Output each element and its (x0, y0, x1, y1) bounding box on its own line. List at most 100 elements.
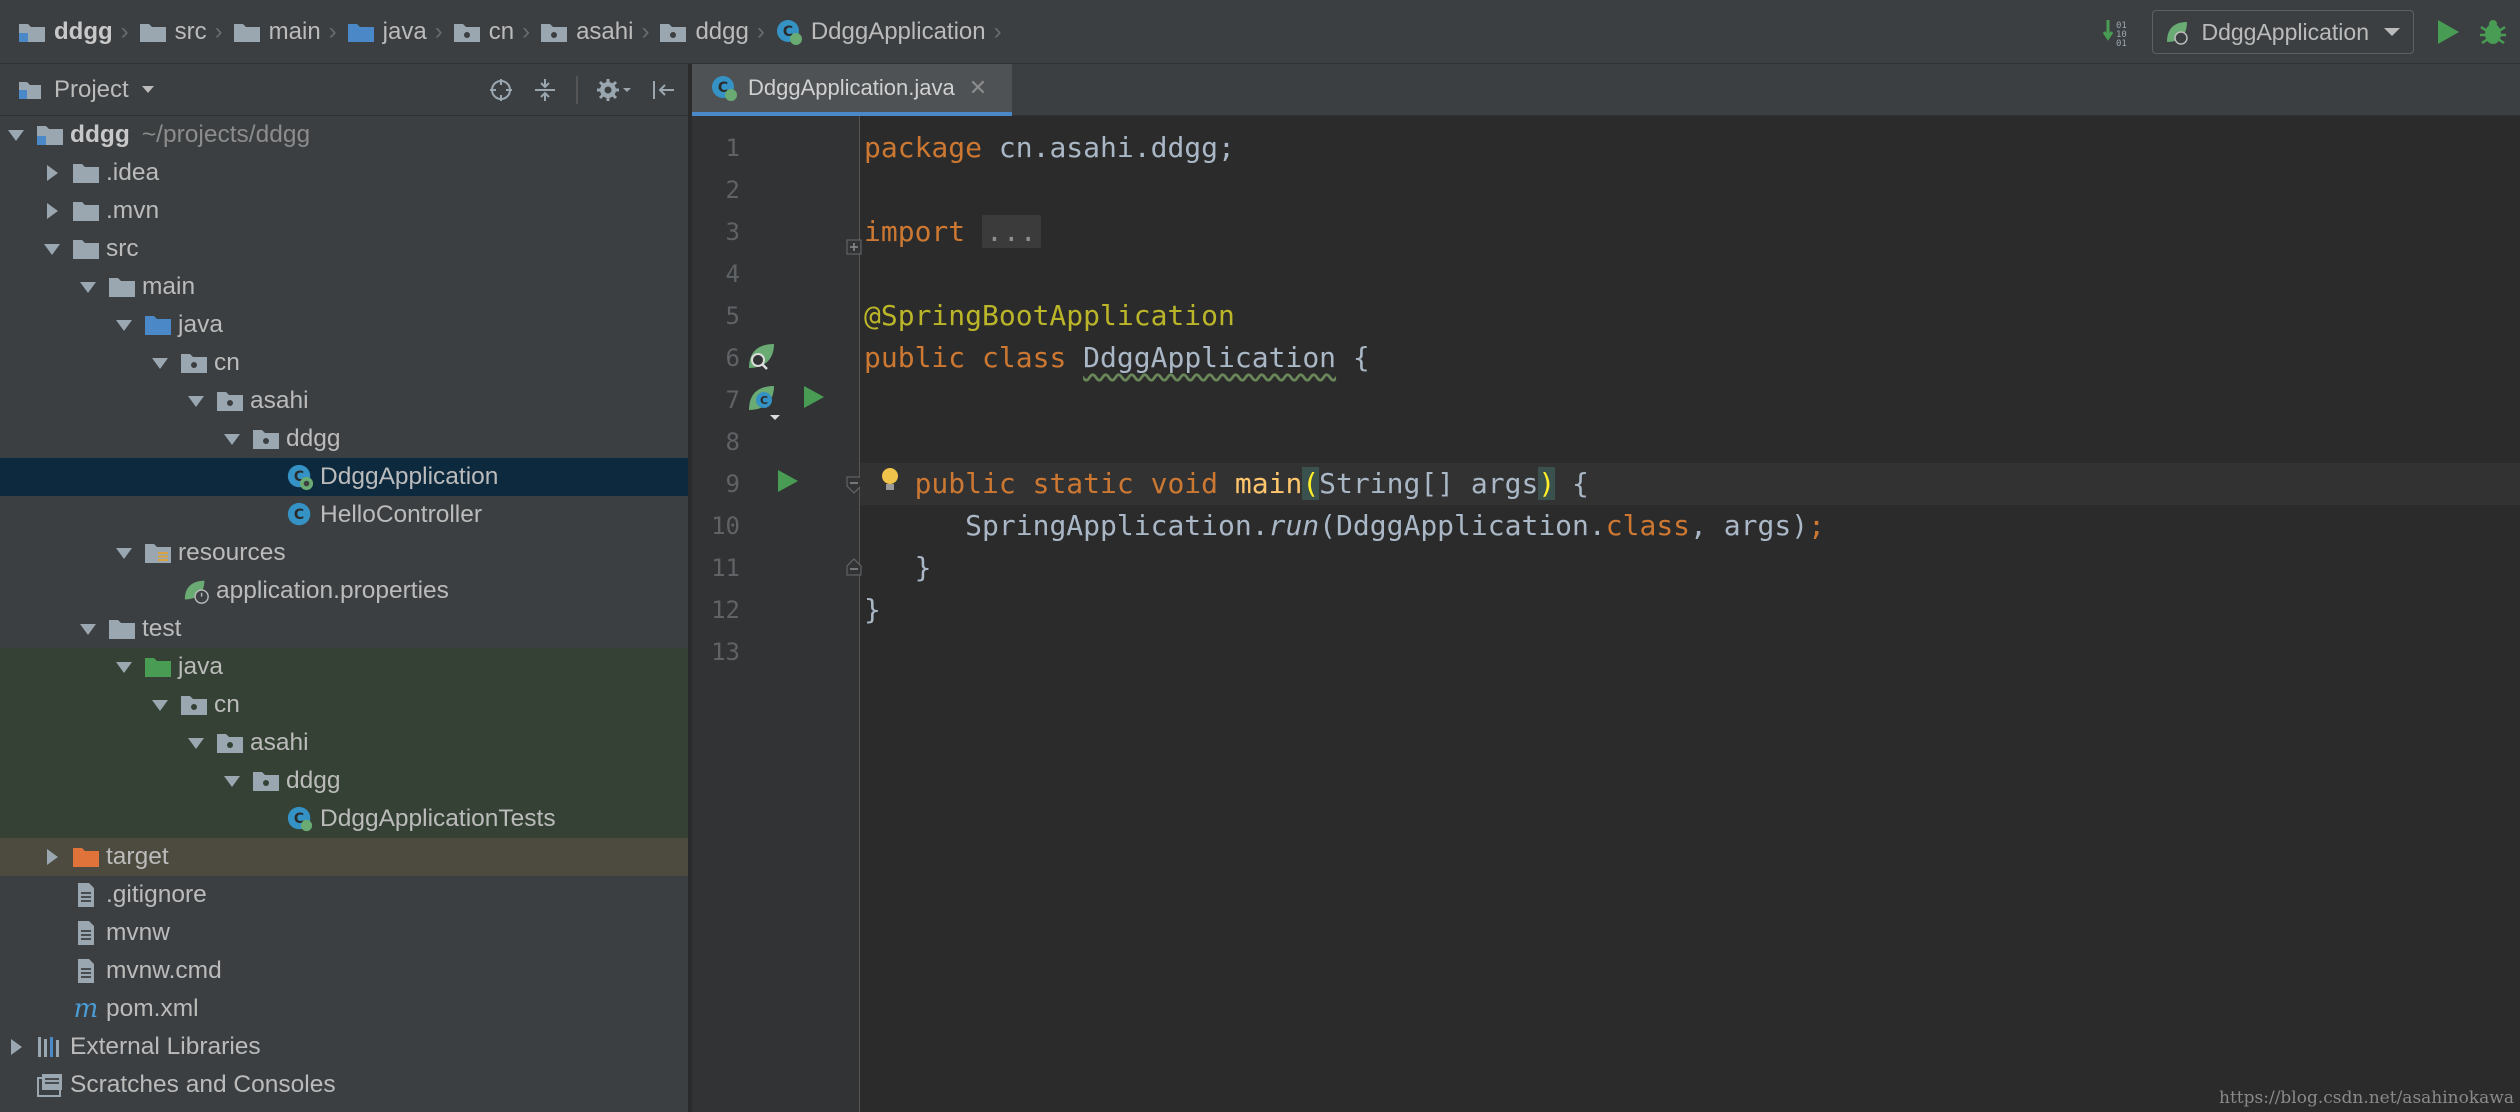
run-class-icon[interactable] (800, 384, 826, 410)
package-icon (453, 23, 480, 42)
breadcrumb-item-src[interactable]: src (139, 0, 207, 63)
run-toolbar: 01 10 01 DdggApplication (2100, 0, 2520, 64)
breadcrumb-item-main[interactable]: main (233, 0, 321, 63)
tree-item-label: HelloController (320, 501, 483, 528)
tree-item-ddgg-test[interactable]: ddgg (0, 762, 688, 800)
code-line-7: public class DdggApplication { (864, 341, 1370, 374)
editor-tabs: C DdggApplication.java ✕ (692, 64, 2520, 116)
text-file-icon (72, 881, 100, 909)
breadcrumb-item-ddggapplication[interactable]: C DdggApplication (775, 0, 986, 63)
tree-item-ddgg-root[interactable]: ddgg ~/projects/ddgg (0, 116, 688, 154)
code-line-3: import ... (860, 211, 2520, 253)
collapse-arrow-icon[interactable] (42, 163, 62, 183)
folder-icon (108, 273, 136, 301)
expand-arrow-icon[interactable] (222, 771, 242, 791)
tab-ddggapplication-java[interactable]: C DdggApplication.java ✕ (692, 64, 1012, 116)
tree-item-resources[interactable]: resources (0, 534, 688, 572)
breadcrumb-item-asahi[interactable]: asahi (540, 0, 633, 63)
play-icon[interactable] (2432, 17, 2462, 47)
expand-arrow-icon[interactable] (114, 315, 134, 335)
tree-item-java-main[interactable]: java (0, 306, 688, 344)
spring-bean-gutter-icon[interactable] (746, 340, 780, 374)
breadcrumb-item-ddgg[interactable]: ddgg (18, 0, 113, 63)
close-tab-icon[interactable]: ✕ (969, 75, 987, 101)
expand-arrow-icon[interactable] (150, 353, 170, 373)
breadcrumb-item-ddgg-package[interactable]: ddgg (659, 0, 749, 63)
tree-item-target[interactable]: target (0, 838, 688, 876)
maven-icon: m (72, 995, 100, 1023)
expand-arrow-icon[interactable] (186, 733, 206, 753)
package-icon (252, 425, 280, 453)
build-icon[interactable]: 01 10 01 (2100, 14, 2136, 50)
line-number: 2 (725, 176, 740, 204)
tree-item-external-libraries[interactable]: External Libraries (0, 1028, 688, 1066)
svg-text:C: C (760, 394, 768, 407)
project-tool-window: Project ddgg ~/projects/ddgg .idea .mvn … (0, 64, 690, 1112)
expand-arrow-icon[interactable] (114, 657, 134, 677)
code-line-6: @SpringBootApplication (864, 299, 1235, 332)
hide-panel-icon[interactable] (650, 77, 676, 103)
code-line-12: } (864, 593, 881, 626)
tree-item-ddggapplicationtests[interactable]: C DdggApplicationTests (0, 800, 688, 838)
debug-bug-icon[interactable] (2476, 15, 2510, 49)
project-view-selector[interactable]: Project (54, 76, 129, 104)
tree-item-hellocontroller[interactable]: C HelloController (0, 496, 688, 534)
tree-item-ddggapplication[interactable]: C DdggApplication (0, 458, 688, 496)
spring-boot-class-icon: C (712, 76, 737, 101)
collapse-arrow-icon[interactable] (42, 847, 62, 867)
collapse-arrow-icon[interactable] (6, 1037, 26, 1057)
tree-item-java-test[interactable]: java (0, 648, 688, 686)
breadcrumb-item-java[interactable]: java (347, 0, 427, 63)
tree-item-asahi-test[interactable]: asahi (0, 724, 688, 762)
breadcrumb-item-cn[interactable]: cn (453, 0, 514, 63)
tree-item-mvnw[interactable]: mvnw (0, 914, 688, 952)
tree-item-mvn[interactable]: .mvn (0, 192, 688, 230)
expand-arrow-icon[interactable] (42, 239, 62, 259)
gear-icon[interactable] (596, 77, 632, 103)
expand-arrow-icon[interactable] (222, 429, 242, 449)
folder-icon (72, 159, 100, 187)
package-icon (541, 23, 568, 42)
folded-imports[interactable]: ... (982, 215, 1041, 248)
tree-item-src[interactable]: src (0, 230, 688, 268)
locate-crosshair-icon[interactable] (488, 77, 514, 103)
project-panel-header: Project (0, 64, 688, 116)
tree-item-label: ddgg (286, 425, 341, 452)
expand-arrow-icon[interactable] (78, 619, 98, 639)
tree-item-scratches-and-consoles[interactable]: Scratches and Consoles (0, 1066, 688, 1104)
tree-item-cn-main[interactable]: cn (0, 344, 688, 382)
text-file-icon (72, 957, 100, 985)
collapse-all-icon[interactable] (532, 77, 558, 103)
tree-item-mvnw-cmd[interactable]: mvnw.cmd (0, 952, 688, 990)
tree-item-application-properties[interactable]: application.properties (0, 572, 688, 610)
collapse-arrow-icon[interactable] (42, 201, 62, 221)
folder-icon (72, 235, 100, 263)
tree-item-label: application.properties (216, 577, 449, 604)
tree-item-ddgg-main[interactable]: ddgg (0, 420, 688, 458)
expand-arrow-icon[interactable] (78, 277, 98, 297)
tree-item-cn-test[interactable]: cn (0, 686, 688, 724)
run-configuration-selector[interactable]: DdggApplication (2152, 10, 2414, 54)
tree-item-label: ddgg (70, 121, 130, 148)
expand-arrow-icon[interactable] (6, 125, 26, 145)
tree-item-idea[interactable]: .idea (0, 154, 688, 192)
line-number: 7 (725, 386, 740, 414)
spring-boot-class-icon: C (776, 19, 802, 45)
run-main-icon[interactable] (774, 468, 800, 494)
tree-item-main[interactable]: main (0, 268, 688, 306)
intention-bulb-icon[interactable] (878, 465, 902, 495)
spring-class-gutter-icon[interactable]: C (746, 382, 786, 422)
tree-item-pom-xml[interactable]: m pom.xml (0, 990, 688, 1028)
chevron-down-icon[interactable] (141, 85, 155, 95)
tree-item-gitignore[interactable]: .gitignore (0, 876, 688, 914)
tree-item-label: DdggApplication (320, 463, 499, 490)
expand-arrow-icon[interactable] (186, 391, 206, 411)
expand-arrow-icon[interactable] (114, 543, 134, 563)
code-editor[interactable]: package cn.asahi.ddgg; import ... @Sprin… (860, 116, 2520, 1112)
tree-item-asahi-main[interactable]: asahi (0, 382, 688, 420)
project-folder-icon (19, 81, 41, 99)
tree-item-label: asahi (250, 729, 309, 756)
tree-item-test[interactable]: test (0, 610, 688, 648)
expand-arrow-icon[interactable] (150, 695, 170, 715)
module-folder-icon (19, 23, 45, 42)
